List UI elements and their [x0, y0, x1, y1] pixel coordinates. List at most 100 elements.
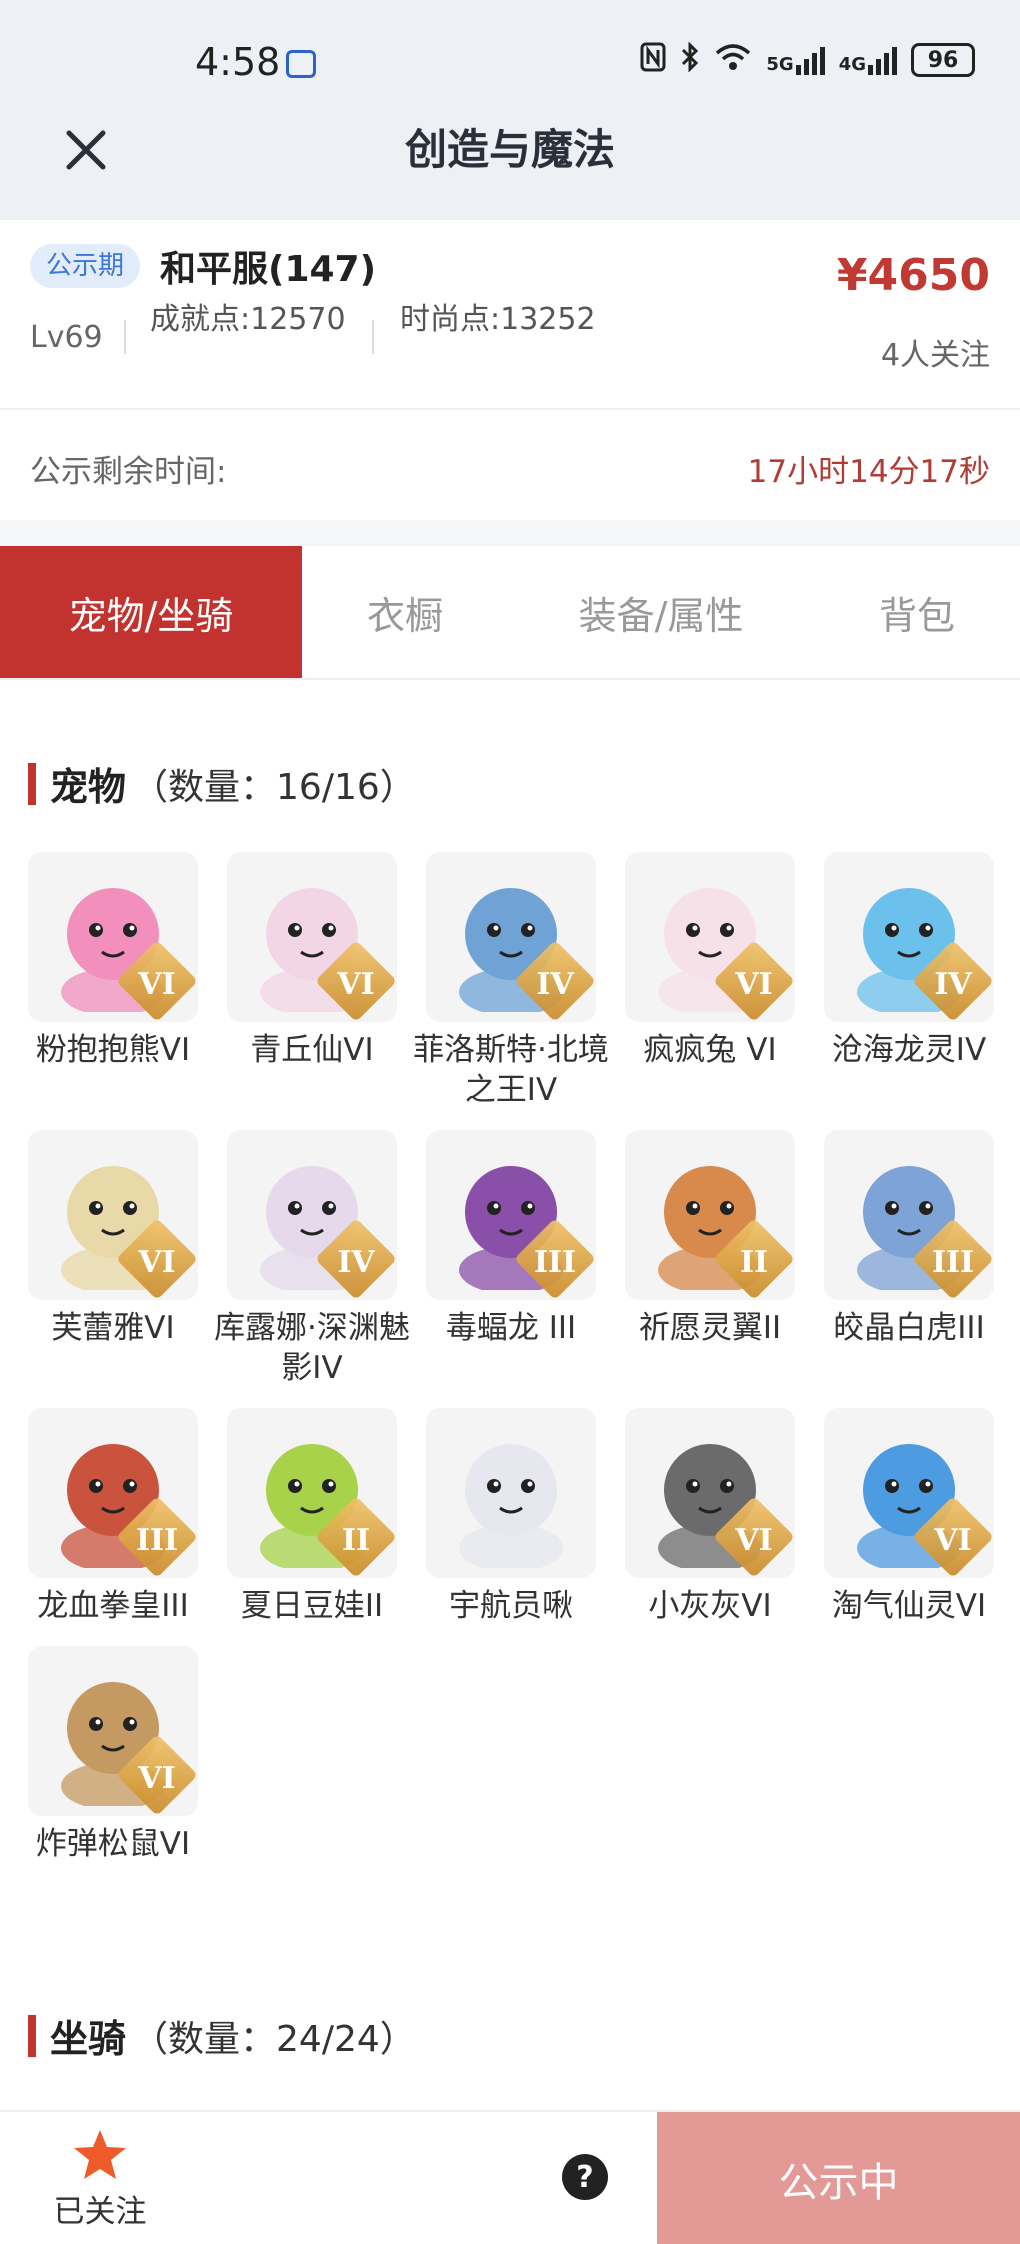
signal-5g: 5G	[766, 45, 825, 75]
pet-card[interactable]: 宇航员啾	[426, 1408, 596, 1626]
remaining-time-label: 公示剩余时间:	[30, 454, 227, 490]
star-icon	[74, 2129, 126, 2179]
pet-name: 小灰灰VI	[648, 1588, 772, 1624]
tier-label: VI	[138, 1245, 176, 1280]
tier-label: IV	[337, 1245, 375, 1280]
pet-card[interactable]: VI 粉抱抱熊VI	[28, 852, 198, 1110]
pet-card[interactable]: IV 库露娜·深渊魅影IV	[214, 1130, 410, 1388]
pet-avatar: VI	[28, 1130, 198, 1300]
tier-label: VI	[934, 1523, 972, 1558]
pet-card[interactable]: VI 疯疯兔 VI	[625, 852, 795, 1110]
network-label-5g: 5G	[766, 54, 794, 75]
account-level: Lv69	[30, 320, 103, 355]
tab-backpack[interactable]: 背包	[814, 546, 1020, 678]
pet-name: 龙血拳皇III	[37, 1588, 189, 1624]
tab-pets-mounts[interactable]: 宠物/坐骑	[0, 546, 302, 678]
tier-label: III	[135, 1523, 179, 1558]
pet-avatar: II	[625, 1130, 795, 1300]
battery-indicator: 96	[911, 43, 975, 77]
pet-avatar: III	[824, 1130, 994, 1300]
account-info: 公示期 和平服(147) ¥4650 Lv69 成就点:12570 时尚点:13…	[0, 220, 1020, 408]
follower-count: 4人关注	[880, 338, 990, 373]
page: 4:58 5G 4G 96 创造与魔法 公示期 和平服(147) ¥4650 L…	[0, 0, 1020, 2244]
status-badge: 公示期	[30, 244, 141, 288]
pet-name: 宇航员啾	[449, 1588, 573, 1624]
tier-label: VI	[337, 967, 375, 1002]
pet-avatar: VI	[28, 1646, 198, 1816]
pet-card[interactable]: VI 青丘仙VI	[227, 852, 397, 1110]
follow-button[interactable]: 已关注	[40, 2112, 160, 2244]
pet-avatar	[426, 1408, 596, 1578]
pet-card[interactable]: VI 芙蕾雅VI	[28, 1130, 198, 1388]
network-label-4g: 4G	[838, 54, 866, 75]
tier-label: VI	[735, 967, 773, 1002]
tier-label: IV	[934, 967, 972, 1002]
tab-wardrobe[interactable]: 衣橱	[302, 546, 508, 678]
mounts-section-count: （数量：24/24）	[132, 2018, 416, 2060]
pet-avatar: VI	[227, 852, 397, 1022]
bluetooth-icon	[680, 41, 700, 78]
pet-card[interactable]: III 皎晶白虎III	[824, 1130, 994, 1388]
server-name: 和平服(147)	[160, 249, 377, 290]
header: 创造与魔法	[0, 120, 1020, 220]
pet-card[interactable]: IV 沧海龙灵IV	[824, 852, 994, 1110]
mounts-section-title: 坐骑	[50, 2017, 127, 2061]
pet-name: 库露娜·深渊魅影IV	[214, 1310, 410, 1386]
tier-label: VI	[735, 1523, 773, 1558]
pet-card[interactable]: II 夏日豆娃II	[227, 1408, 397, 1626]
pet-card[interactable]: II 祈愿灵翼II	[625, 1130, 795, 1388]
pet-name: 炸弹松鼠VI	[35, 1826, 191, 1862]
close-icon	[66, 130, 106, 170]
pet-card[interactable]: VI 淘气仙灵VI	[824, 1408, 994, 1626]
pet-card[interactable]: III 龙血拳皇III	[28, 1408, 198, 1626]
fashion-points: 时尚点:13252	[400, 302, 596, 337]
achievement-points: 成就点:12570	[150, 302, 346, 337]
pet-card[interactable]: VI 炸弹松鼠VI	[28, 1646, 198, 1864]
pet-name: 芙蕾雅VI	[51, 1310, 175, 1346]
pet-portrait	[446, 1428, 576, 1572]
pet-grid: VI 粉抱抱熊VI VI 青丘仙VI IV 菲洛斯特·北境之王IV VI 疯疯兔 VI IV 沧海…	[28, 852, 998, 1864]
help-icon[interactable]: ?	[562, 2154, 608, 2200]
status-bar: 4:58 5G 4G 96	[0, 0, 1020, 120]
pet-avatar: III	[28, 1408, 198, 1578]
bottom-bar: 已关注 ? 公示中	[0, 2110, 1020, 2244]
tab-equipment-attributes[interactable]: 装备/属性	[508, 546, 814, 678]
pet-name: 皎晶白虎III	[833, 1310, 985, 1346]
tab-bar: 宠物/坐骑 衣橱 装备/属性 背包	[0, 546, 1020, 680]
close-button[interactable]	[56, 120, 116, 180]
pet-avatar: VI	[824, 1408, 994, 1578]
pet-card[interactable]: VI 小灰灰VI	[625, 1408, 795, 1626]
pet-name: 毒蝠龙 III	[445, 1310, 577, 1346]
status-icons: 5G 4G 96	[640, 41, 975, 78]
price: ¥4650	[836, 250, 990, 301]
pet-name: 青丘仙VI	[250, 1032, 374, 1068]
section-gap	[0, 520, 1020, 546]
pets-section-count: （数量：16/16）	[132, 766, 416, 808]
tier-label: III	[533, 1245, 577, 1280]
pet-name: 粉抱抱熊VI	[35, 1032, 191, 1068]
tier-label: VI	[138, 967, 176, 1002]
remaining-time-row: 公示剩余时间: 17小时14分17秒	[0, 410, 1020, 520]
divider	[372, 320, 374, 354]
nfc-icon	[640, 42, 666, 78]
section-accent	[28, 762, 36, 805]
signal-4g: 4G	[839, 45, 897, 75]
tier-label: III	[931, 1245, 975, 1280]
pet-avatar: IV	[824, 852, 994, 1022]
status-time: 4:58	[195, 40, 281, 84]
page-title: 创造与魔法	[404, 125, 615, 174]
follow-label: 已关注	[53, 2193, 147, 2230]
pet-name: 夏日豆娃II	[240, 1588, 384, 1624]
pet-avatar: VI	[625, 852, 795, 1022]
pet-name: 菲洛斯特·北境之王IV	[413, 1032, 609, 1108]
publicity-status-button[interactable]: 公示中	[657, 2112, 1020, 2244]
remaining-time-value: 17小时14分17秒	[747, 454, 990, 490]
pet-card[interactable]: III 毒蝠龙 III	[426, 1130, 596, 1388]
pet-name: 淘气仙灵VI	[831, 1588, 987, 1624]
pet-card[interactable]: IV 菲洛斯特·北境之王IV	[413, 852, 609, 1110]
pet-avatar: III	[426, 1130, 596, 1300]
pet-name: 祈愿灵翼II	[638, 1310, 782, 1346]
app-notification-icon	[286, 50, 316, 78]
pet-avatar: VI	[28, 852, 198, 1022]
mounts-section-header: 坐骑 （数量：24/24）	[28, 2008, 416, 2063]
